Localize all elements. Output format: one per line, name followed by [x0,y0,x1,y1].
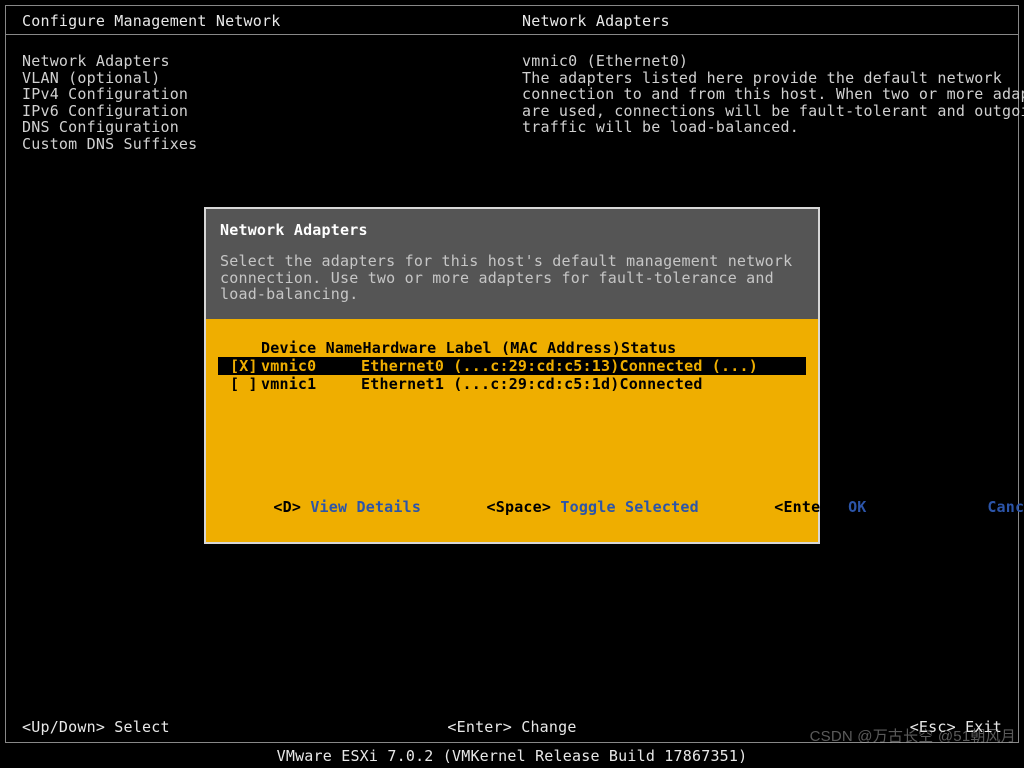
footer-hints: <Up/Down> Select <Enter> Change <Esc> Ex… [22,718,1002,736]
detail-line: connection to and from this host. When t… [522,86,1024,103]
dialog-header: Network Adapters Select the adapters for… [206,209,818,319]
adapter-checkbox[interactable]: [ ] [230,375,261,393]
network-adapters-dialog: Network Adapters Select the adapters for… [204,207,820,544]
menu-item-dns-suffixes[interactable]: Custom DNS Suffixes [22,136,522,153]
page-body: Network Adapters VLAN (optional) IPv4 Co… [6,35,1018,152]
key-d: <D> [273,498,301,516]
key-ok[interactable]: <Enter> OK [719,480,867,534]
adapter-name: vmnic0 [261,357,361,375]
key-toggle-selected[interactable]: <Space> Toggle Selected [431,480,699,534]
menu-item-ipv6[interactable]: IPv6 Configuration [22,103,522,120]
action-cancel: Cancel [987,498,1024,516]
key-space: <Space> [487,498,552,516]
detail-column: vmnic0 (Ethernet0) The adapters listed h… [522,53,1024,152]
menu-item-vlan[interactable]: VLAN (optional) [22,70,522,87]
key-view-details[interactable]: <D> View Details [218,480,421,534]
adapter-table-header: Device Name Hardware Label (MAC Address)… [218,339,806,357]
key-cancel[interactable]: <Esc> Cancel [877,480,1024,534]
key-enter: <Enter> [774,498,839,516]
adapter-row-vmnic0[interactable]: [X] vmnic0 Ethernet0 (...c:29:cd:c5:13) … [218,357,806,375]
dialog-subtitle-line: Select the adapters for this host's defa… [220,253,804,270]
col-status: Status [621,339,794,357]
action-view-details: View Details [310,498,421,516]
adapter-label: Ethernet1 (...c:29:cd:c5:1d) [361,375,619,393]
page-title-right: Network Adapters [522,12,1002,30]
adapter-status: Connected (...) [619,357,794,375]
adapter-label: Ethernet0 (...c:29:cd:c5:13) [361,357,619,375]
dialog-keys: <D> View Details <Space> Toggle Selected… [206,480,818,542]
col-check [230,339,261,357]
adapter-name: vmnic1 [261,375,361,393]
col-name: Device Name [261,339,363,357]
adapter-status: Connected [619,375,794,393]
col-label: Hardware Label (MAC Address) [363,339,621,357]
page-header: Configure Management Network Network Ada… [6,6,1018,35]
dialog-body: Device Name Hardware Label (MAC Address)… [206,319,818,481]
key-esc: <Esc> [932,498,978,516]
page-title-left: Configure Management Network [22,12,522,30]
version-line: VMware ESXi 7.0.2 (VMKernel Release Buil… [0,747,1024,765]
hint-enter: <Enter> Change [272,718,752,736]
hint-esc: <Esc> Exit [752,718,1002,736]
menu-item-dns[interactable]: DNS Configuration [22,119,522,136]
hint-updown: <Up/Down> Select [22,718,272,736]
dialog-subtitle: Select the adapters for this host's defa… [220,253,804,303]
dialog-subtitle-line: load-balancing. [220,286,804,303]
detail-line: are used, connections will be fault-tole… [522,103,1024,120]
menu-column: Network Adapters VLAN (optional) IPv4 Co… [22,53,522,152]
detail-heading: vmnic0 (Ethernet0) [522,53,1024,70]
menu-item-ipv4[interactable]: IPv4 Configuration [22,86,522,103]
action-toggle: Toggle Selected [560,498,698,516]
adapter-checkbox[interactable]: [X] [230,357,261,375]
detail-line: traffic will be load-balanced. [522,119,1024,136]
detail-line: The adapters listed here provide the def… [522,70,1024,87]
adapter-row-vmnic1[interactable]: [ ] vmnic1 Ethernet1 (...c:29:cd:c5:1d) … [218,375,806,393]
dialog-subtitle-line: connection. Use two or more adapters for… [220,270,804,287]
dialog-title: Network Adapters [220,221,804,239]
menu-item-network-adapters[interactable]: Network Adapters [22,53,522,70]
action-ok: OK [848,498,866,516]
